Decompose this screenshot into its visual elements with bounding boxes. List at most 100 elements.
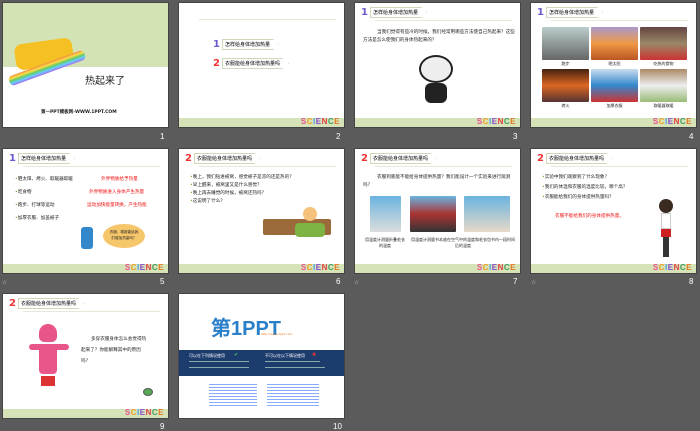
girl-in-winter-clothes-illustration (29, 324, 69, 386)
link-list (209, 382, 257, 406)
science-logo: SCIENCE (300, 263, 340, 272)
bullet-item: 吃食物 (17, 190, 32, 195)
number-one-icon: 1 (213, 39, 220, 50)
slide-number: 9 (160, 422, 165, 431)
speech-bubble: 衣服、棉被能给我们增加热量吗？ (103, 224, 145, 248)
school-bus-illustration (7, 29, 87, 87)
sunbathing-photo (591, 27, 638, 60)
slide-number: 5 (160, 277, 165, 286)
bullet-item: 晚上再去睡觉的时候，被窝还热吗？ (192, 191, 267, 196)
slide-number: 10 (333, 422, 342, 431)
slide-number: 8 (689, 277, 694, 286)
science-logo: SCIENCE (652, 117, 692, 126)
logo-text: 第1PPT (211, 318, 282, 340)
bullet-item: 这说明了什么？ (192, 199, 225, 204)
slide-header: 衣服能给身体增加热量吗 (193, 153, 261, 164)
number-two-icon: 2 (213, 58, 220, 69)
slide-thumbnail-6[interactable]: 2 衣服能给身体增加热量吗 •晚上，我们钻进被窝，感觉被子是凉的还是热的？ •早上… (178, 148, 345, 274)
slide-number: 3 (513, 132, 518, 141)
link-list (267, 382, 319, 406)
agenda-item: 衣服能给身体增加热量吗 (221, 58, 289, 69)
science-logo: SCIENCE (652, 263, 692, 272)
slide-header: 怎样给身体增加热量 (369, 7, 427, 18)
science-logo: SCIENCE (300, 117, 340, 126)
bullet-item: 我们的体温和衣服的温度比较，哪个高？ (544, 185, 628, 190)
slide-header: 衣服能给身体增加热量吗 (369, 153, 437, 164)
bullet-item: 跑步、打球等运动 (17, 203, 55, 208)
slide-thumbnail-3[interactable]: 1 怎样给身体增加热量 当我们觉得有些冷的时候，我们经常用哪些方法使自己热起来？这… (354, 2, 521, 128)
heater-photo (640, 69, 687, 102)
slide-text: 衣服到底能不能给身体提供热量？我们能设计一个实验来进行观测吗？ (363, 175, 511, 188)
photo-caption: 用温度计测量折叠毛衣的温度 (365, 237, 405, 248)
answer-text: 衣服不能给我们的身体提供热量。 (555, 214, 624, 219)
cannot-use-label: 不可以在以下情况使用 (265, 353, 305, 358)
number-two-icon: 2 (537, 153, 544, 164)
hot-food-photo (640, 27, 687, 60)
sweater-thermometer-photo (370, 196, 401, 232)
science-logo: SCIENCE (476, 263, 516, 272)
slide-number: 1 (160, 132, 165, 141)
slide-number: 7 (513, 277, 518, 286)
science-logo: SCIENCE (124, 408, 164, 417)
photo-caption: 取暖器取暖 (653, 103, 674, 108)
logo-url: http://www.1ppt.com (261, 332, 293, 336)
bullet-item: 加厚衣服、加盖被子 (17, 216, 60, 221)
photo-caption: 晒太阳 (608, 61, 621, 66)
check-icon: ✔ (234, 352, 239, 358)
slide-thumbnail-1[interactable]: 热起来了 第一PPT模板网-WWW.1PPT.COM (2, 2, 169, 128)
bullet-item: 实验中我们观察到了什么现象？ (544, 175, 610, 180)
number-two-icon: 2 (185, 153, 192, 164)
can-use-label: 可以在下列情况使用 (189, 353, 225, 358)
slide-title: 热起来了 (85, 76, 125, 87)
slide-text: 当我们觉得有些冷的时候，我们经常用哪些方法使自己热起来？这些方法是怎么使我们的身… (363, 30, 515, 43)
slide-thumbnail-2[interactable]: 1 怎样给身体增加热量 2 衣服能给身体增加热量吗 SCIENCE (178, 2, 345, 128)
slide-footer: 第一PPT模板网-WWW.1PPT.COM (41, 110, 117, 115)
number-one-icon: 1 (537, 7, 544, 18)
red-note: 运动加快能量转换，产生热能 (87, 203, 147, 208)
slide-number: 6 (336, 277, 341, 286)
photo-caption: 吃热的食物 (653, 61, 674, 66)
slide-thumbnail-8[interactable]: 2 衣服能给身体增加热量吗 •实验中我们观察到了什么现象？ •我们的体温和衣服的温… (530, 148, 697, 274)
slide-text: 多穿衣服身体怎么会觉得热起来了？你能解释其中的原因吗？ (81, 337, 147, 364)
number-one-icon: 1 (361, 7, 368, 18)
turtle-icon (143, 388, 153, 396)
boy-illustration (81, 227, 93, 249)
agenda-item: 怎样给身体增加热量 (221, 39, 279, 50)
photo-caption: 加厚衣服 (606, 103, 623, 108)
slide-thumbnail-4[interactable]: 1 怎样给身体增加热量 跑步 晒太阳 吃热的食物 烤火 加厚衣服 取暖器取暖 SC… (530, 2, 697, 128)
fire-photo (542, 69, 589, 102)
animation-icon: ☆ (354, 279, 360, 286)
slide-thumbnail-7[interactable]: 2 衣服能给身体增加热量吗 衣服到底能不能给身体提供热量？我们能设计一个实验来进行… (354, 148, 521, 274)
animation-icon: ☆ (2, 279, 8, 286)
science-logo: SCIENCE (124, 263, 164, 272)
number-two-icon: 2 (9, 298, 16, 309)
slide-header: 怎样给身体增加热量 (17, 153, 75, 164)
number-one-icon: 1 (9, 153, 16, 164)
slide-header: 衣服能给身体增加热量吗 (545, 153, 613, 164)
girl-illustration (655, 199, 677, 259)
animation-icon: ☆ (531, 279, 537, 286)
bullet-item: 晚上，我们钻进被窝，感觉被子是凉的还是热的？ (192, 175, 294, 180)
warm-clothes-photo (591, 69, 638, 102)
books-photo (410, 196, 456, 232)
cross-icon: ✖ (312, 352, 317, 358)
photo-caption: 用温度计测量书本放在空气中的温度和毛衣包书内一段时间后的温度 (411, 237, 515, 248)
slide-number: 2 (336, 132, 341, 141)
running-photo (542, 27, 589, 60)
photo-caption: 烤火 (561, 103, 570, 108)
usage-band: 可以在下列情况使用 ✔ 不可以在以下情况使用 ✖ (179, 350, 344, 376)
bullet-item: 晒太阳、烤火、取暖器取暖 (17, 177, 73, 182)
slide-thumbnail-5[interactable]: 1 怎样给身体增加热量 •晒太阳、烤火、取暖器取暖 外界物质给予热量 •吃食物 外… (2, 148, 169, 274)
slide-thumbnail-9[interactable]: 2 衣服能给身体增加热量吗 多穿衣服身体怎么会觉得热起来了？你能解释其中的原因吗？… (2, 293, 169, 419)
slide-header: 怎样给身体增加热量 (545, 7, 603, 18)
wrapped-book-photo (464, 196, 510, 232)
cold-panda-illustration (417, 53, 455, 108)
red-note: 外界物质进入身体产生热量 (89, 190, 145, 195)
slide-header: 衣服能给身体增加热量吗 (17, 298, 85, 309)
bullet-item: 衣服能给我们的身体提供热量吗？ (544, 195, 614, 200)
photo-caption: 跑步 (561, 61, 570, 66)
slide-number: 4 (689, 132, 694, 141)
bullet-item: 早上醒来，被窝里又是什么感觉？ (192, 183, 262, 188)
slide-thumbnail-10[interactable]: 第1PPT http://www.1ppt.com 可以在下列情况使用 ✔ 不可… (178, 293, 345, 419)
science-logo: SCIENCE (476, 117, 516, 126)
